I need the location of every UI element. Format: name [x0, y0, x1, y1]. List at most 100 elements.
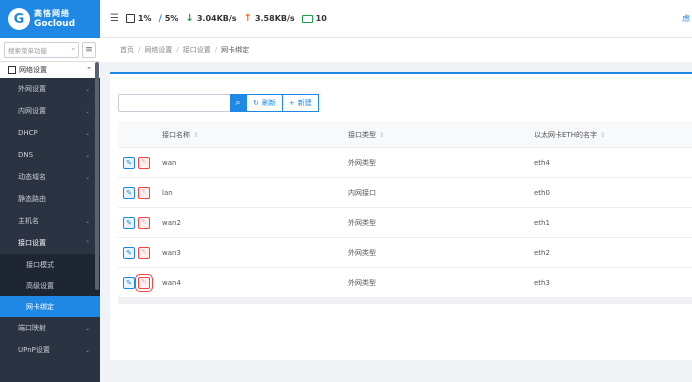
refresh-button[interactable]: ↻ 刷新 [246, 94, 283, 112]
breadcrumb-network[interactable]: 网络设置 [144, 45, 172, 55]
table-search-input[interactable] [118, 94, 230, 112]
cell-interface-name: wan4 [162, 278, 181, 287]
sidebar-item-label: 主机名 [18, 217, 39, 225]
cell-eth-name: eth4 [534, 158, 550, 167]
cell-interface-type: 外网类型 [348, 248, 376, 257]
sidebar-item[interactable]: 动态域名 ⌄ [0, 166, 100, 188]
memory-icon: ∕ [158, 13, 162, 24]
delete-icon[interactable]: ␡ [135, 273, 153, 292]
chevron-down-icon: ⌄ [84, 107, 90, 115]
row-actions: ✎ ␡ [118, 216, 162, 229]
chevron-down-icon: ⌄ [84, 173, 90, 181]
cpu-icon [125, 14, 135, 23]
collapse-menu-icon[interactable]: ☰ [110, 13, 119, 24]
search-button[interactable]: ⌕ [230, 94, 246, 112]
brand-name-en: Gocloud [34, 18, 76, 29]
cell-eth-name: eth2 [534, 248, 550, 257]
cell-interface-name: lan [162, 188, 173, 197]
sidebar-item-label: 端口映射 [18, 324, 46, 332]
sort-icon: ⇕ [379, 131, 385, 139]
sidebar-group-network[interactable]: 网络设置 ⌃ [0, 62, 100, 78]
cpu-stat: 1% [125, 14, 152, 23]
sidebar-item[interactable]: 内网设置 ⌄ [0, 100, 100, 122]
sidebar-item-label: 动态域名 [18, 173, 46, 181]
sidebar-subitem[interactable]: 高级设置 [0, 275, 100, 296]
cell-interface-name: wan2 [162, 218, 181, 227]
cell-eth-name: eth0 [534, 188, 550, 197]
cell-interface-type: 外网类型 [348, 218, 376, 227]
sidebar-scrollbar[interactable] [95, 62, 99, 290]
brand-logo[interactable]: G 高恪网络 Gocloud [0, 0, 100, 38]
edit-icon[interactable]: ✎ [123, 156, 135, 169]
top-status-bar: ☰ 1% ∕ 5% ↓ 3.04KB/s ↑ 3.58KB/s 10 虑 [100, 0, 692, 38]
table-row: ✎ ␡ wan2 外网类型 eth1 [118, 208, 692, 238]
sidebar-subitem[interactable]: 网卡绑定 [0, 296, 100, 317]
edit-icon[interactable]: ✎ [123, 186, 135, 199]
sidebar-item-label: DHCP [18, 129, 38, 137]
content-card: ⌕ ↻ 刷新 + 新建 接口名称 ⇕ 接口类型 ⇕ 以太网卡ETH的名字 ⇕ ✎ ␡ wan 外… [110, 72, 692, 360]
delete-icon[interactable]: ␡ [138, 186, 150, 199]
cell-interface-type: 内网接口 [348, 188, 376, 197]
sidebar-item[interactable]: 外网设置 ⌄ [0, 78, 100, 100]
sidebar-item-label: 外网设置 [18, 85, 46, 93]
sidebar-item[interactable]: 主机名 ⌄ [0, 210, 100, 232]
search-icon: ⌕ [235, 98, 241, 108]
network-settings-icon [8, 66, 16, 74]
sidebar-item[interactable]: DNS ⌄ [0, 144, 100, 166]
sort-icon: ⇕ [193, 131, 199, 139]
chevron-down-icon: ⌄ [84, 217, 90, 225]
plus-icon: + [288, 99, 295, 107]
sidebar-item[interactable]: UPnP设置 ⌄ [0, 339, 100, 361]
edit-icon[interactable]: ✎ [123, 246, 135, 259]
toolbar: ⌕ ↻ 刷新 + 新建 [118, 94, 319, 112]
col-interface-name[interactable]: 接口名称 ⇕ [162, 130, 348, 140]
breadcrumb-interface[interactable]: 接口设置 [183, 45, 211, 55]
interface-table: 接口名称 ⇕ 接口类型 ⇕ 以太网卡ETH的名字 ⇕ ✎ ␡ wan 外网类型 eth4 ✎ ␡ l… [118, 122, 692, 304]
chevron-down-icon: ⌄ [84, 324, 90, 332]
logo-icon: G [8, 8, 30, 30]
edit-icon[interactable]: ✎ [123, 276, 135, 289]
row-actions: ✎ ␡ [118, 186, 162, 199]
delete-icon[interactable]: ␡ [138, 216, 150, 229]
new-button[interactable]: + 新建 [282, 94, 319, 112]
table-row: ✎ ␡ wan4 外网类型 eth3 [118, 268, 692, 298]
menu-search-row: 搜索菜单功能 ⌕ ≡ [0, 38, 100, 62]
breadcrumb-current: 网卡绑定 [221, 46, 250, 54]
arrow-down-icon: ↓ [185, 13, 194, 24]
sidebar: G 高恪网络 Gocloud 搜索菜单功能 ⌕ ≡ 网络设置 ⌃ 外网设置 ⌄ 内网… [0, 0, 100, 382]
table-scrollbar[interactable] [118, 298, 692, 304]
sidebar-item-label: DNS [18, 151, 34, 159]
breadcrumb-home[interactable]: 首页 [120, 45, 134, 55]
top-right-text[interactable]: 虑 [682, 13, 690, 24]
row-actions: ✎ ␡ [118, 273, 162, 292]
download-stat: ↓ 3.04KB/s [185, 13, 237, 24]
sidebar-item[interactable]: 端口映射 ⌄ [0, 317, 100, 339]
chevron-up-icon: ⌃ [86, 66, 92, 74]
col-interface-type[interactable]: 接口类型 ⇕ [348, 130, 534, 140]
sidebar-item[interactable]: 接口设置 ⌃ [0, 232, 100, 254]
chevron-down-icon: ⌄ [84, 346, 90, 354]
edit-icon[interactable]: ✎ [123, 216, 135, 229]
menu-search-input[interactable]: 搜索菜单功能 ⌕ [4, 41, 79, 58]
chevron-up-icon: ⌃ [84, 239, 90, 247]
sidebar-item[interactable]: 静态路由 [0, 188, 100, 210]
cell-eth-name: eth1 [534, 218, 550, 227]
sidebar-item[interactable]: DHCP ⌄ [0, 122, 100, 144]
delete-icon[interactable]: ␡ [138, 246, 150, 259]
row-actions: ✎ ␡ [118, 246, 162, 259]
row-actions: ✎ ␡ [118, 156, 162, 169]
clients-stat: 10 [301, 14, 327, 23]
sidebar-subitem[interactable]: 接口模式 [0, 254, 100, 275]
chevron-down-icon: ⌄ [84, 129, 90, 137]
table-row: ✎ ␡ wan 外网类型 eth4 [118, 148, 692, 178]
menu-toggle-button[interactable]: ≡ [82, 41, 96, 58]
sidebar-item-label: 内网设置 [18, 107, 46, 115]
arrow-up-icon: ↑ [243, 13, 252, 24]
col-eth-name[interactable]: 以太网卡ETH的名字 ⇕ [534, 130, 692, 140]
chevron-down-icon: ⌄ [84, 151, 90, 159]
sidebar-item-label: UPnP设置 [18, 346, 50, 354]
delete-icon[interactable]: ␡ [138, 156, 150, 169]
refresh-icon: ↻ [253, 99, 259, 107]
table-row: ✎ ␡ wan3 外网类型 eth2 [118, 238, 692, 268]
breadcrumb: 首页 / 网络设置 / 接口设置 / 网卡绑定 [100, 38, 692, 62]
